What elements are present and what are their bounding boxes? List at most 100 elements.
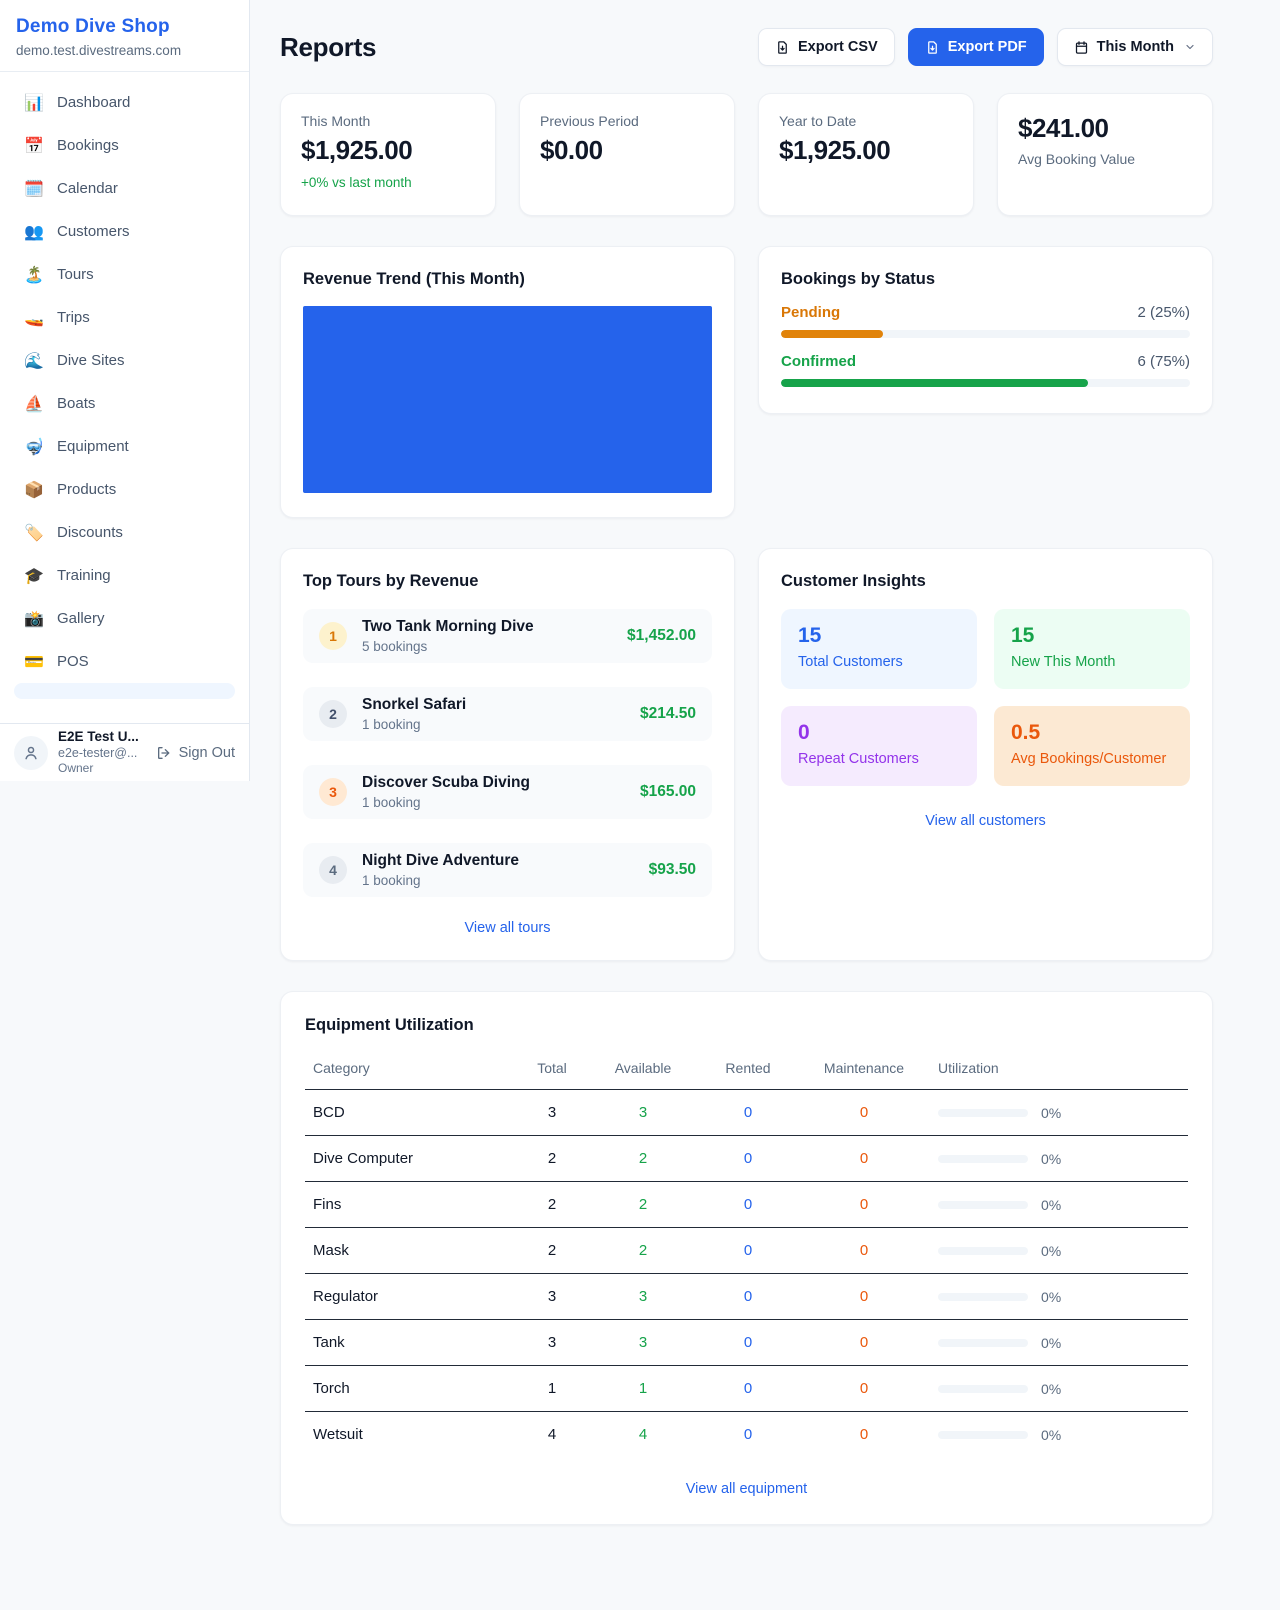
status-value-confirmed: 6 (75%) [1137,353,1190,370]
cell-available: 2 [588,1136,698,1182]
stat-value: $0.00 [540,135,714,166]
sidebar-item-boats[interactable]: ⛵ Boats [10,382,239,425]
cell-total: 2 [516,1228,588,1274]
status-label-confirmed: Confirmed [781,353,856,370]
tour-name: Two Tank Morning Dive [362,618,534,636]
table-header-row: Category Total Available Rented Maintena… [305,1049,1188,1090]
equipment-table: Category Total Available Rented Maintena… [305,1049,1188,1458]
utilization-percent: 0% [1041,1105,1061,1121]
utilization-bar: 0% [938,1335,1180,1351]
cell-rented: 0 [698,1366,798,1412]
stats-row: This Month $1,925.00 +0% vs last month P… [280,93,1213,216]
sidebar-user-section: E2E Test U... e2e-tester@... Owner Sign … [0,723,249,781]
cell-rented: 0 [698,1182,798,1228]
sidebar-item-dive-sites[interactable]: 🌊 Dive Sites [10,339,239,382]
sidebar-item-bookings[interactable]: 📅 Bookings [10,124,239,167]
col-available: Available [588,1049,698,1090]
sidebar-item-label: Dive Sites [57,352,125,369]
sidebar-item-tours[interactable]: 🏝️ Tours [10,253,239,296]
list-item: 1 Two Tank Morning Dive 5 bookings $1,45… [303,609,712,663]
file-download-icon [925,40,940,55]
tile-label: Total Customers [798,654,960,670]
cell-maintenance: 0 [798,1366,930,1412]
cell-maintenance: 0 [798,1136,930,1182]
wave-icon: 🌊 [24,351,44,371]
tour-revenue: $214.50 [640,705,696,723]
sidebar-item-products[interactable]: 📦 Products [10,468,239,511]
cell-category: Wetsuit [305,1412,516,1458]
brand-subdomain: demo.test.divestreams.com [16,43,233,58]
export-pdf-button[interactable]: Export PDF [908,28,1044,66]
table-row: Tank 3 3 0 0 0% [305,1320,1188,1366]
stat-value: $1,925.00 [301,135,475,166]
user-info: E2E Test U... e2e-tester@... Owner [58,729,139,777]
credit-card-icon: 💳 [24,652,44,672]
avatar [14,736,48,770]
main-content: Reports Export CSV Export PDF This Month [250,0,1280,1565]
page-header: Reports Export CSV Export PDF This Month [280,28,1213,66]
sidebar-item-reports-active-partial[interactable] [14,683,235,699]
rank-badge: 4 [319,856,347,884]
stat-delta: +0% vs last month [301,175,475,190]
sign-out-button[interactable]: Sign Out [156,745,235,761]
user-role: Owner [58,761,139,776]
sidebar-item-equipment[interactable]: 🤿 Equipment [10,425,239,468]
cell-category: Tank [305,1320,516,1366]
cell-available: 3 [588,1090,698,1136]
sidebar-item-dashboard[interactable]: 📊 Dashboard [10,81,239,124]
package-icon: 📦 [24,480,44,500]
export-pdf-label: Export PDF [948,39,1027,55]
cell-total: 1 [516,1366,588,1412]
cell-available: 2 [588,1228,698,1274]
cell-total: 3 [516,1320,588,1366]
equipment-utilization-title: Equipment Utilization [305,1016,1188,1035]
cell-maintenance: 0 [798,1182,930,1228]
sidebar-item-calendar[interactable]: 🗓️ Calendar [10,167,239,210]
sidebar-item-training[interactable]: 🎓 Training [10,554,239,597]
sign-out-icon [156,745,172,761]
sidebar-item-discounts[interactable]: 🏷️ Discounts [10,511,239,554]
cell-total: 4 [516,1412,588,1458]
utilization-bar: 0% [938,1243,1180,1259]
cell-rented: 0 [698,1136,798,1182]
rank-badge: 3 [319,778,347,806]
cell-total: 3 [516,1090,588,1136]
col-utilization: Utilization [930,1049,1188,1090]
insight-tiles: 15 Total Customers 15 New This Month 0 R… [781,609,1190,786]
cell-total: 2 [516,1136,588,1182]
sailboat-icon: ⛵ [24,394,44,414]
stat-label: Previous Period [540,113,714,129]
revenue-trend-card: Revenue Trend (This Month) [280,246,735,518]
tile-label: New This Month [1011,654,1173,670]
view-all-customers-link[interactable]: View all customers [781,813,1190,829]
table-row: Wetsuit 4 4 0 0 0% [305,1412,1188,1458]
sidebar-item-gallery[interactable]: 📸 Gallery [10,597,239,640]
camera-icon: 📸 [24,609,44,629]
bookings-by-status-title: Bookings by Status [781,270,1190,289]
file-download-icon [775,40,790,55]
customers-icon: 👥 [24,222,44,242]
cell-available: 1 [588,1366,698,1412]
view-all-equipment-link[interactable]: View all equipment [305,1481,1188,1497]
user-name: E2E Test U... [58,729,139,746]
period-selector-dropdown[interactable]: This Month [1057,28,1213,66]
progress-track [781,330,1190,338]
rank-badge: 1 [319,622,347,650]
brand-title: Demo Dive Shop [16,16,233,38]
cell-category: Fins [305,1182,516,1228]
stat-card-this-month: This Month $1,925.00 +0% vs last month [280,93,496,216]
sidebar-item-pos[interactable]: 💳 POS [10,640,239,683]
insights-row: Top Tours by Revenue 1 Two Tank Morning … [280,548,1213,961]
sidebar-nav: 📊 Dashboard 📅 Bookings 🗓️ Calendar 👥 Cus… [0,72,249,723]
sidebar-item-trips[interactable]: 🚤 Trips [10,296,239,339]
tile-avg-bookings-customer: 0.5 Avg Bookings/Customer [994,706,1190,786]
sidebar-item-customers[interactable]: 👥 Customers [10,210,239,253]
charts-row: Revenue Trend (This Month) Bookings by S… [280,246,1213,518]
sidebar-item-label: Discounts [57,524,123,541]
cell-category: Torch [305,1366,516,1412]
export-csv-button[interactable]: Export CSV [758,28,895,66]
view-all-tours-link[interactable]: View all tours [303,920,712,936]
rank-badge: 2 [319,700,347,728]
sidebar-item-label: Products [57,481,116,498]
status-label-pending: Pending [781,304,840,321]
